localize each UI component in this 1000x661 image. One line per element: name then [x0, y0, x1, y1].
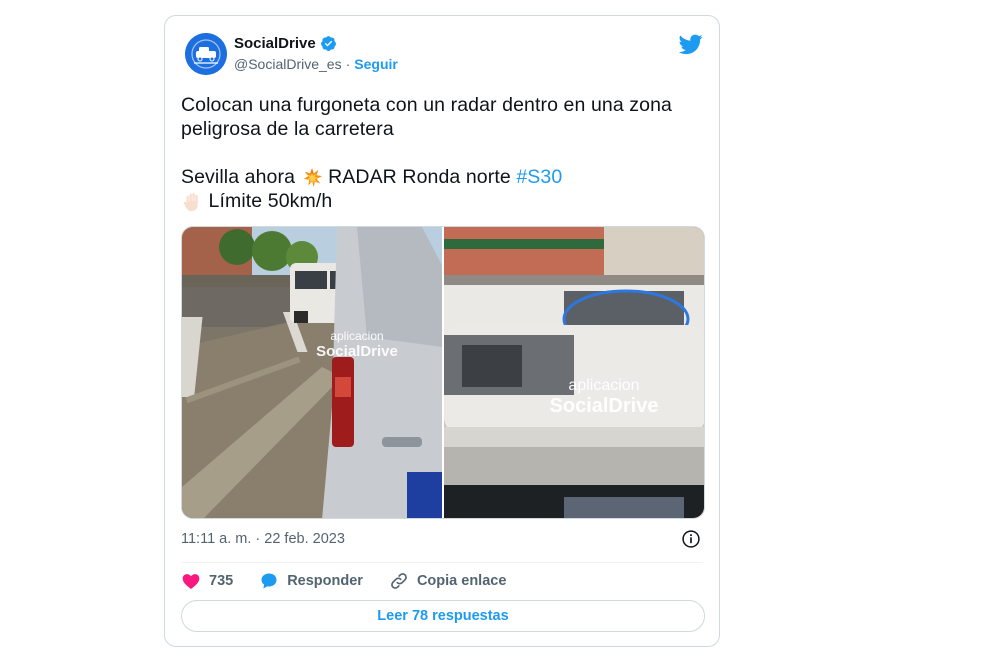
hashtag-link[interactable]: #S30: [516, 166, 562, 188]
watermark-left-brand: SocialDrive: [316, 343, 398, 360]
tweet-blank-line: [181, 141, 701, 165]
link-icon: [391, 573, 407, 589]
twitter-bird-icon[interactable]: [679, 32, 703, 56]
tweet-actions: 735 Responder Copia enlace: [181, 571, 532, 591]
tweet-line-2-end: RADAR Ronda norte: [328, 166, 511, 188]
author-handle-row: @SocialDrive_es · Seguir: [234, 56, 398, 72]
handle-separator: ·: [345, 56, 351, 72]
info-icon[interactable]: [681, 529, 701, 549]
tweet-line-2: Sevilla ahora RADAR Ronda norte #S30: [181, 165, 701, 189]
tweet-line-2-start: Sevilla ahora: [181, 166, 296, 188]
tweet-text: Colocan una furgoneta con un radar dentr…: [181, 93, 701, 213]
follow-button[interactable]: Seguir: [354, 56, 398, 72]
tweet-line-3: Límite 50km/h: [181, 189, 701, 213]
author-handle[interactable]: @SocialDrive_es: [234, 56, 342, 72]
author-name-row: SocialDrive: [234, 35, 337, 52]
collision-emoji-icon: [303, 167, 322, 188]
reply-label: Responder: [287, 573, 363, 589]
tweet-line-1: Colocan una furgoneta con un radar dentr…: [181, 94, 672, 140]
reply-button[interactable]: Responder: [259, 571, 363, 591]
raised-hand-emoji-icon: [183, 192, 198, 212]
verified-badge-icon: [320, 36, 336, 51]
watermark-right-top: aplicacion: [568, 377, 640, 394]
van-closeup-photo: [444, 227, 704, 518]
author-name[interactable]: SocialDrive: [234, 35, 316, 52]
van-street-photo: [182, 227, 442, 518]
tweet-media[interactable]: aplicacion SocialDrive aplicacion Social…: [181, 226, 705, 519]
socialdrive-logo-icon: [185, 33, 227, 75]
watermark-left-top: aplicacion: [330, 329, 384, 343]
watermark-right: aplicacion SocialDrive: [514, 377, 694, 418]
divider: [181, 562, 703, 563]
watermark-left: aplicacion SocialDrive: [297, 329, 417, 360]
tweet-line-3-text: Límite 50km/h: [208, 190, 333, 212]
watermark-right-brand: SocialDrive: [549, 395, 659, 417]
tweet-card: SocialDrive @SocialDrive_es · Seguir Col…: [164, 15, 720, 647]
tweet-timestamp[interactable]: 11:11 a. m. · 22 feb. 2023: [181, 531, 345, 547]
copy-link-button[interactable]: Copia enlace: [389, 571, 506, 591]
like-button[interactable]: 735: [181, 571, 233, 591]
read-replies-button[interactable]: Leer 78 respuestas: [181, 600, 705, 632]
like-count: 735: [209, 573, 234, 589]
media-photo-right[interactable]: aplicacion SocialDrive: [444, 227, 704, 518]
copy-link-label: Copia enlace: [416, 573, 507, 589]
media-photo-left[interactable]: aplicacion SocialDrive: [182, 227, 442, 518]
author-avatar[interactable]: [185, 33, 227, 75]
heart-icon: [182, 574, 200, 589]
reply-bubble-icon: [261, 573, 277, 589]
